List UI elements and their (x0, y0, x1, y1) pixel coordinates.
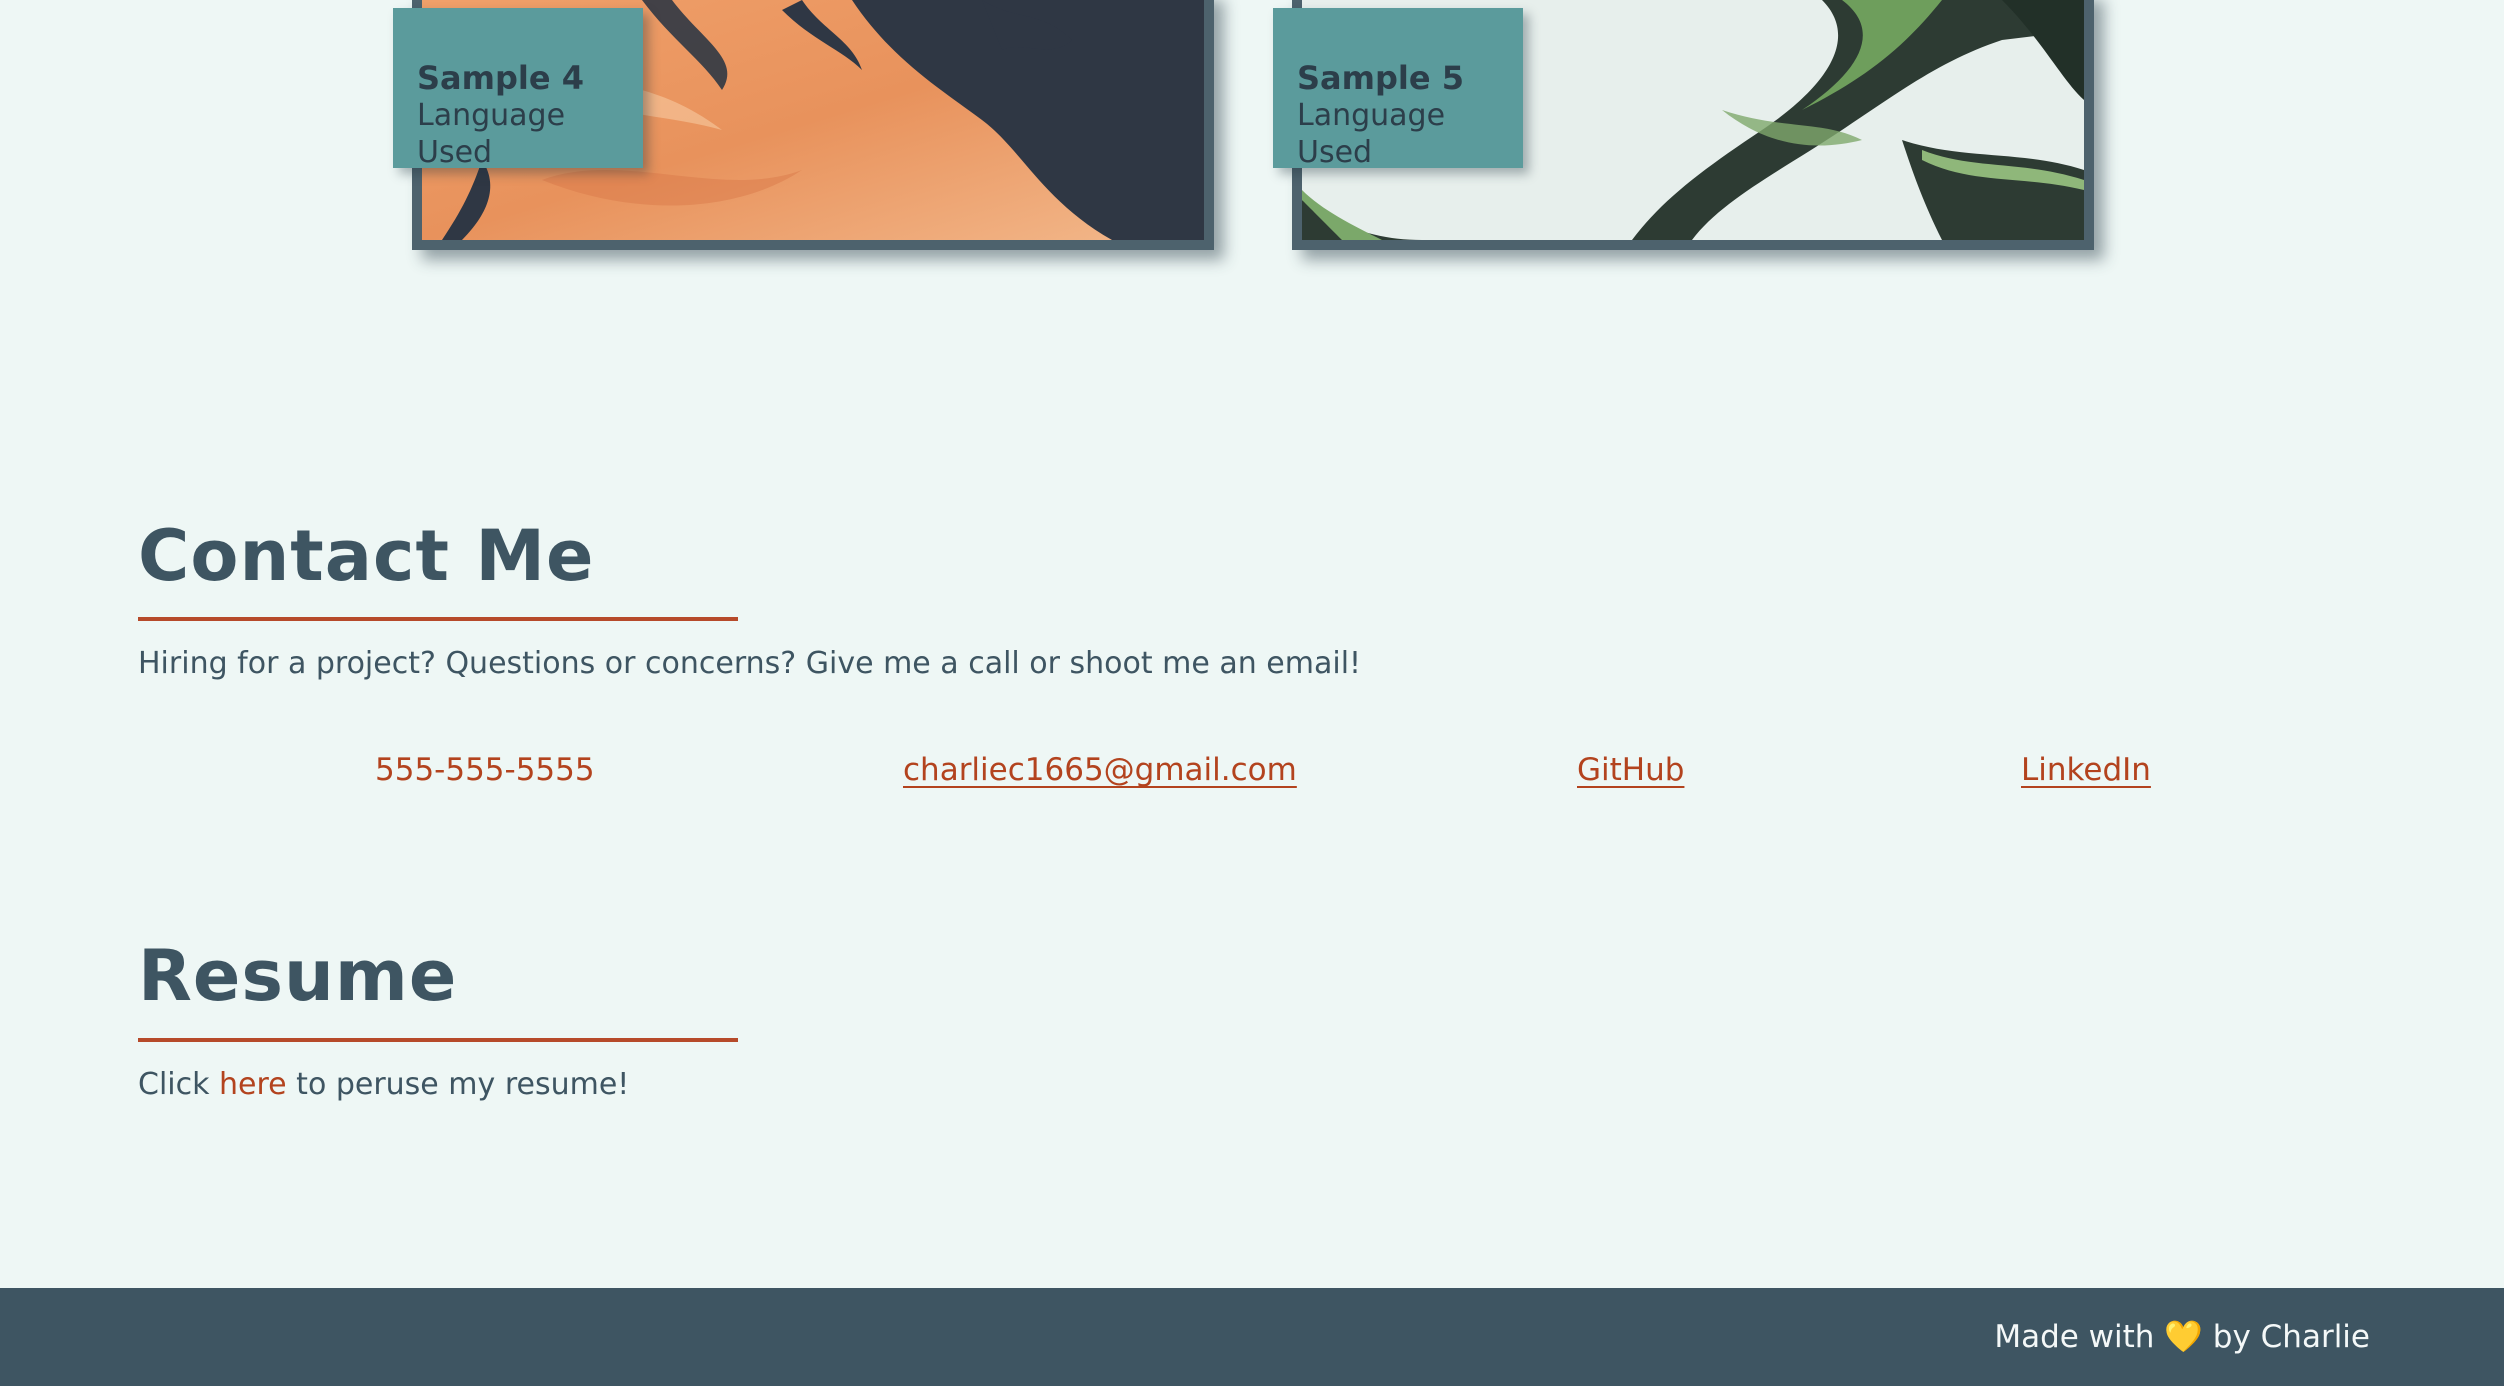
project-title: Sample 5 (1297, 59, 1464, 97)
contact-heading: Contact Me (138, 515, 595, 597)
resume-link[interactable]: here (219, 1067, 287, 1102)
project-label-sample-5: Sample 5 Language Used (1273, 8, 1523, 170)
portfolio-page: Sample 4 Language Used Sample 5 Language… (0, 0, 2504, 1386)
phone-link[interactable]: 555-555-5555 (375, 752, 595, 788)
project-language: Language Used (1297, 97, 1446, 171)
contact-heading-rule (138, 617, 738, 621)
project-label-sample-4: Sample 4 Language Used (393, 8, 643, 170)
resume-heading: Resume (138, 935, 458, 1017)
project-language: Language Used (417, 97, 566, 171)
heart-icon: 💛 (2164, 1319, 2203, 1355)
resume-text: Click here to peruse my resume! (138, 1067, 629, 1102)
email-link[interactable]: charliec1665@gmail.com (903, 752, 1297, 788)
project-title: Sample 4 (417, 59, 584, 97)
linkedin-link[interactable]: LinkedIn (2021, 752, 2151, 788)
resume-heading-rule (138, 1038, 738, 1042)
contact-intro: Hiring for a project? Questions or conce… (138, 646, 1362, 681)
footer-text-before: Made with (1994, 1319, 2165, 1355)
footer: Made with 💛 by Charlie (0, 1288, 2504, 1386)
github-link[interactable]: GitHub (1577, 752, 1684, 788)
resume-text-before: Click (138, 1067, 220, 1102)
footer-credit: Made with 💛 by Charlie (1994, 1318, 2370, 1355)
footer-text-after: by Charlie (2202, 1319, 2370, 1355)
resume-text-after: to peruse my resume! (286, 1067, 630, 1102)
